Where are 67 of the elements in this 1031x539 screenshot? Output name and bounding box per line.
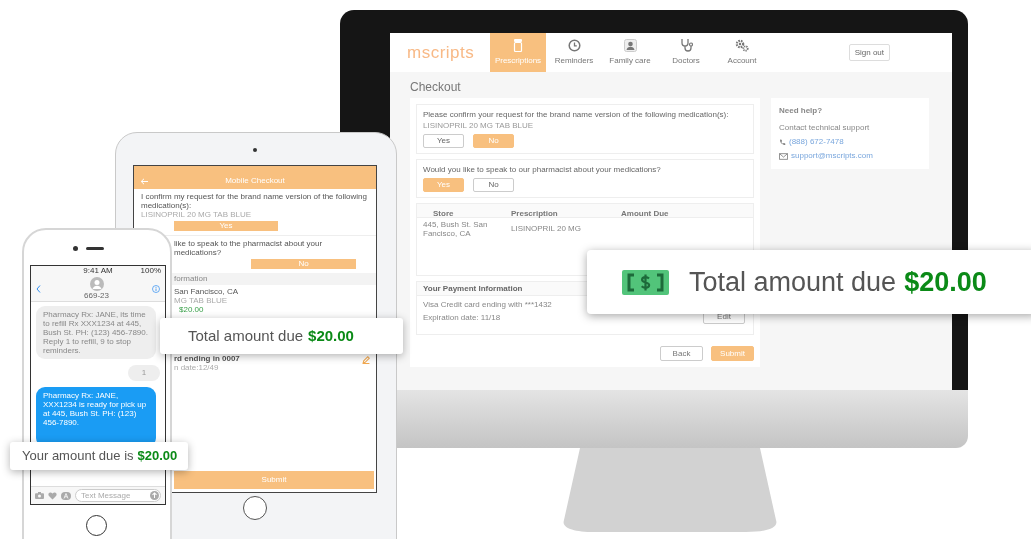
answer-button[interactable]: Yes — [174, 221, 278, 231]
total-label: Total amount due — [689, 265, 897, 299]
contact-name: 669-23 — [84, 291, 109, 300]
speaker-grille — [86, 247, 104, 250]
column-header: Amount Due — [621, 208, 669, 218]
amount-due: $20.00 — [178, 305, 205, 314]
send-arrow-icon[interactable] — [150, 491, 159, 500]
amount-value: $20.00 — [137, 447, 178, 466]
answer-button[interactable]: No — [251, 259, 356, 269]
battery-level: 100% — [140, 266, 161, 277]
answer-button[interactable]: Yes — [423, 134, 464, 148]
submit-button[interactable]: Submit — [711, 346, 754, 361]
message-input-field[interactable]: Text Message — [75, 489, 161, 502]
expiration-date: n date:12/49 — [174, 363, 220, 372]
expiration-date: Expiration date: 11/18 — [423, 312, 502, 324]
back-chevron-icon[interactable] — [36, 284, 41, 293]
medication-name: MG TAB BLUE — [174, 296, 229, 305]
answer-button[interactable]: No — [473, 134, 514, 148]
back-button[interactable]: Back — [660, 346, 703, 361]
payment-title: Your Payment Information — [423, 282, 523, 295]
medication-name: LISINOPRIL 20 MG TAB BLUE — [423, 121, 535, 130]
answer-button[interactable]: No — [473, 178, 514, 192]
total-label: Total amount due — [188, 325, 304, 346]
screen-title: Mobile Checkout — [224, 175, 286, 187]
info-icon[interactable] — [152, 284, 160, 293]
mail-icon — [779, 152, 788, 160]
phone-link[interactable]: (888) 672-7478 — [789, 136, 844, 148]
clock-icon — [567, 38, 581, 52]
message-bubble: Pharmacy Rx: JANE, its time to refill Rx XXX1234 at 445, Bush St. PH: (123) 456-7890. Reply 1 to refill, 9 to stop reminders. — [36, 306, 156, 359]
logo[interactable]: mscripts — [407, 39, 475, 66]
table-cell-text: 445, Bush St. San Fancisco, CA — [423, 219, 489, 238]
amount-label: Your amount due is — [22, 447, 134, 466]
heart-icon[interactable] — [48, 491, 57, 500]
question-text: Please confirm your request for the brand name version of the following medication(s): — [423, 110, 730, 119]
pencil-icon[interactable] — [362, 356, 370, 364]
page-title: Checkout — [410, 79, 462, 96]
person-icon — [623, 38, 637, 52]
column-header: Prescription — [511, 208, 558, 218]
card-info: rd ending in 0007 — [174, 354, 240, 363]
total-amount: $20.00 — [904, 265, 987, 299]
sign-out-button[interactable]: Sign out — [848, 44, 890, 61]
table-cell: LISINOPRIL 20 MG — [511, 224, 581, 233]
question-text: like to speak to the pharmacist about your medications? — [174, 239, 324, 257]
store-address: San Fancisco, CA — [174, 287, 240, 296]
nav-tab[interactable]: Prescriptions — [490, 33, 546, 72]
question-text: Would you like to speak to our pharmacist about your medications? — [423, 165, 662, 174]
help-subtitle: Contact technical support — [779, 122, 871, 134]
camera-icon[interactable] — [35, 492, 44, 499]
back-arrow-icon[interactable] — [140, 177, 148, 185]
help-title: Need help? — [779, 105, 824, 117]
section-title: formation — [174, 273, 208, 285]
gears-icon — [735, 38, 749, 52]
answer-button[interactable]: Yes — [423, 178, 464, 192]
money-icon — [622, 269, 669, 295]
stethoscope-icon — [679, 38, 693, 52]
app-store-icon[interactable] — [61, 491, 71, 500]
pill-bottle-icon — [513, 38, 523, 52]
phone-icon — [779, 138, 786, 146]
message-bubble: 1 — [128, 365, 160, 381]
email-link[interactable]: support@mscripts.com — [791, 150, 873, 162]
question-text: I confirm my request for the brand name version of the following medication(s): — [141, 192, 368, 210]
column-header: Store — [433, 208, 454, 218]
medication-name: LISINOPRIL 20 MG TAB BLUE — [141, 210, 253, 219]
card-info: Visa Credit card ending with ***1432 — [423, 299, 552, 311]
status-time: 9:41 AM — [83, 266, 113, 277]
submit-button[interactable]: Submit — [174, 471, 374, 489]
total-amount: $20.00 — [308, 325, 354, 346]
